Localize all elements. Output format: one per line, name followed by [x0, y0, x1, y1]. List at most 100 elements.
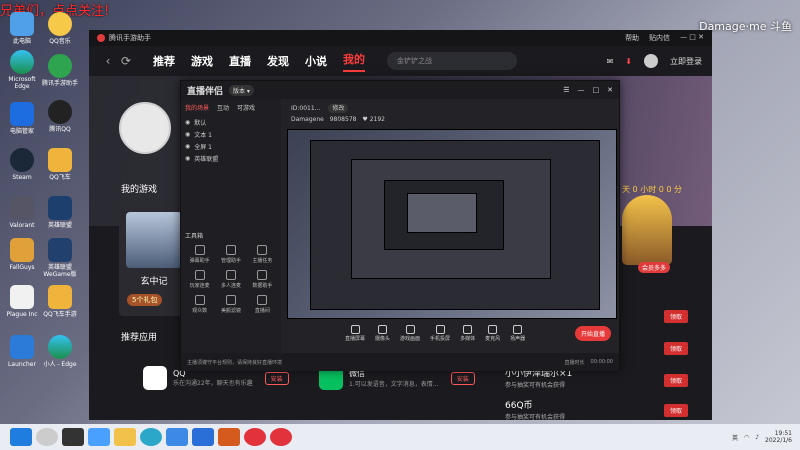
tool-item[interactable]: 管理助手 — [216, 245, 245, 264]
mail-icon[interactable] — [192, 428, 214, 446]
tool-item[interactable]: 观众数 — [185, 295, 214, 314]
game-card[interactable]: 玄中记 5个礼包 — [119, 206, 189, 316]
tab-mine[interactable]: 我的 — [343, 51, 365, 72]
maximize-icon[interactable]: □ — [593, 86, 600, 94]
edge-icon — [10, 50, 34, 74]
edit-button[interactable]: 修改 — [328, 104, 349, 113]
reward-sub: 参与抽奖可有机会获得 — [505, 382, 566, 389]
start-stream-button[interactable]: 开始直播 — [574, 325, 611, 341]
lol-icon — [48, 238, 72, 262]
start-icon[interactable] — [10, 428, 32, 446]
scene-item[interactable]: ◉ 全屏 1 — [185, 142, 277, 151]
version-tag[interactable]: 版本 ▾ — [229, 84, 254, 96]
avatar[interactable] — [644, 54, 658, 68]
tab-games[interactable]: 可游戏 — [237, 103, 255, 112]
desktop-icon-qqspeed-mobile[interactable]: QQ飞车手游 — [38, 285, 82, 318]
desktop-icon-qqmusic[interactable]: QQ音乐 — [38, 12, 82, 45]
store-icon[interactable] — [166, 428, 188, 446]
desktop-icon-lol[interactable]: 英雄联盟 — [38, 196, 82, 229]
login-link[interactable]: 立即登录 — [670, 56, 702, 67]
desktop-icon-mobile-assistant[interactable]: 腾讯手游助手 — [38, 54, 82, 87]
computer-icon — [10, 12, 34, 36]
search-icon[interactable] — [36, 428, 58, 446]
help-link[interactable]: 帮助 — [625, 33, 639, 43]
scene-item[interactable]: ◉ 默认 — [185, 118, 277, 127]
minimize-icon[interactable]: — — [578, 86, 585, 94]
refresh-icon[interactable]: ⟳ — [117, 54, 135, 68]
streamer-header: 直播伴侣 版本 ▾ ☰ — □ ✕ — [181, 81, 619, 99]
scene-item[interactable]: ◉ 英雄联盟 — [185, 154, 277, 163]
install-button[interactable]: 安装 — [264, 371, 289, 385]
scene-item[interactable]: ◉ 文本 1 — [185, 130, 277, 139]
control-media[interactable]: 多媒体 — [460, 324, 475, 342]
back-icon[interactable]: ‹ — [99, 54, 117, 68]
wifi-icon[interactable]: ◠ — [744, 434, 749, 441]
desktop-icon-qqspeed[interactable]: QQ飞车 — [38, 148, 82, 181]
tab-discover[interactable]: 发现 — [267, 53, 289, 69]
desktop-icon-edge-2[interactable]: 小人 - Edge — [38, 335, 82, 368]
promo-tag: 会员多多 — [637, 262, 670, 273]
widgets-icon[interactable] — [88, 428, 110, 446]
my-games-title: 我的游戏 — [121, 185, 158, 195]
menu-icon[interactable]: ☰ — [563, 86, 569, 94]
window-controls[interactable]: — □ ✕ — [680, 33, 704, 43]
message-icon[interactable]: ✉ — [607, 57, 614, 66]
taskview-icon[interactable] — [62, 428, 84, 446]
tool-item[interactable]: 主播任务 — [248, 245, 277, 264]
tool-item[interactable]: 弹幕助手 — [185, 245, 214, 264]
tool-item[interactable]: 直播间 — [248, 295, 277, 314]
eye-icon[interactable]: ◉ — [185, 155, 190, 162]
app-icon[interactable] — [218, 428, 240, 446]
tray-lang[interactable]: 英 — [732, 433, 738, 442]
like-icon: ♥ — [362, 116, 368, 123]
like-count: 2192 — [369, 116, 385, 123]
claim-button[interactable]: 领取 — [663, 374, 688, 387]
messages-link[interactable]: 贴内信 — [649, 33, 670, 43]
countdown: 天 0 小时 0 0 分 — [622, 185, 682, 194]
claim-button[interactable]: 领取 — [663, 404, 688, 417]
racing-icon — [48, 285, 72, 309]
desktop-icon-qq[interactable]: 腾讯QQ — [38, 100, 82, 133]
control-camera[interactable]: 摄像头 — [375, 324, 390, 342]
explorer-icon[interactable] — [114, 428, 136, 446]
tool-item[interactable]: 数据助手 — [248, 270, 277, 289]
desktop-icon-lol-wegame[interactable]: 英雄联盟WeGame版 — [38, 238, 82, 278]
control-screen[interactable]: 直播屏幕 — [345, 324, 365, 342]
install-button[interactable]: 安装 — [450, 371, 475, 385]
tab-recommend[interactable]: 推荐 — [153, 53, 175, 69]
profile-avatar[interactable] — [119, 102, 171, 154]
eye-icon[interactable]: ◉ — [185, 131, 190, 138]
control-phone[interactable]: 手机投屏 — [430, 324, 450, 342]
eye-icon[interactable]: ◉ — [185, 143, 190, 150]
search-input[interactable]: 金铲铲之战 — [387, 52, 517, 70]
eye-icon[interactable]: ◉ — [185, 119, 190, 126]
stream-preview[interactable] — [287, 129, 617, 319]
volume-icon[interactable]: ♪ — [755, 434, 759, 441]
streamer-app-icon-2[interactable] — [270, 428, 292, 446]
tool-item[interactable]: 玩家连麦 — [185, 270, 214, 289]
control-speaker[interactable]: 扬声器 — [510, 324, 525, 342]
close-icon[interactable]: ✕ — [607, 86, 613, 94]
tab-live[interactable]: 直播 — [229, 53, 251, 69]
download-icon[interactable]: ⬇ — [625, 57, 632, 66]
app-brand: 腾讯手游助手 — [109, 34, 151, 42]
gift-badge[interactable]: 5个礼包 — [127, 294, 163, 306]
control-mic[interactable]: 麦克风 — [485, 324, 500, 342]
claim-button[interactable]: 领取 — [663, 342, 688, 355]
app-logo-icon — [97, 34, 105, 42]
tab-interact[interactable]: 互动 — [217, 103, 229, 112]
system-tray: 英 ◠ ♪ 19:51 2022/1/6 — [732, 430, 792, 444]
tool-item[interactable]: 美颜滤镜 — [216, 295, 245, 314]
streamer-app-icon[interactable] — [244, 428, 266, 446]
edge-icon[interactable] — [140, 428, 162, 446]
claim-button[interactable]: 领取 — [663, 310, 688, 323]
game-thumbnail — [126, 212, 182, 268]
tab-novel[interactable]: 小说 — [305, 53, 327, 69]
clock[interactable]: 19:51 2022/1/6 — [765, 430, 792, 444]
tab-my-scenes[interactable]: 我的场景 — [185, 103, 209, 112]
streamer-left-panel: 我的场景 互动 可游戏 ◉ 默认 ◉ 文本 1 ◉ 全屏 1 ◉ 英雄联盟 工具箱 弹幕… — [181, 99, 281, 371]
nested-preview-4 — [407, 193, 477, 233]
tool-item[interactable]: 多人连麦 — [216, 270, 245, 289]
control-game[interactable]: 游戏画面 — [400, 324, 420, 342]
tab-games[interactable]: 游戏 — [191, 53, 213, 69]
